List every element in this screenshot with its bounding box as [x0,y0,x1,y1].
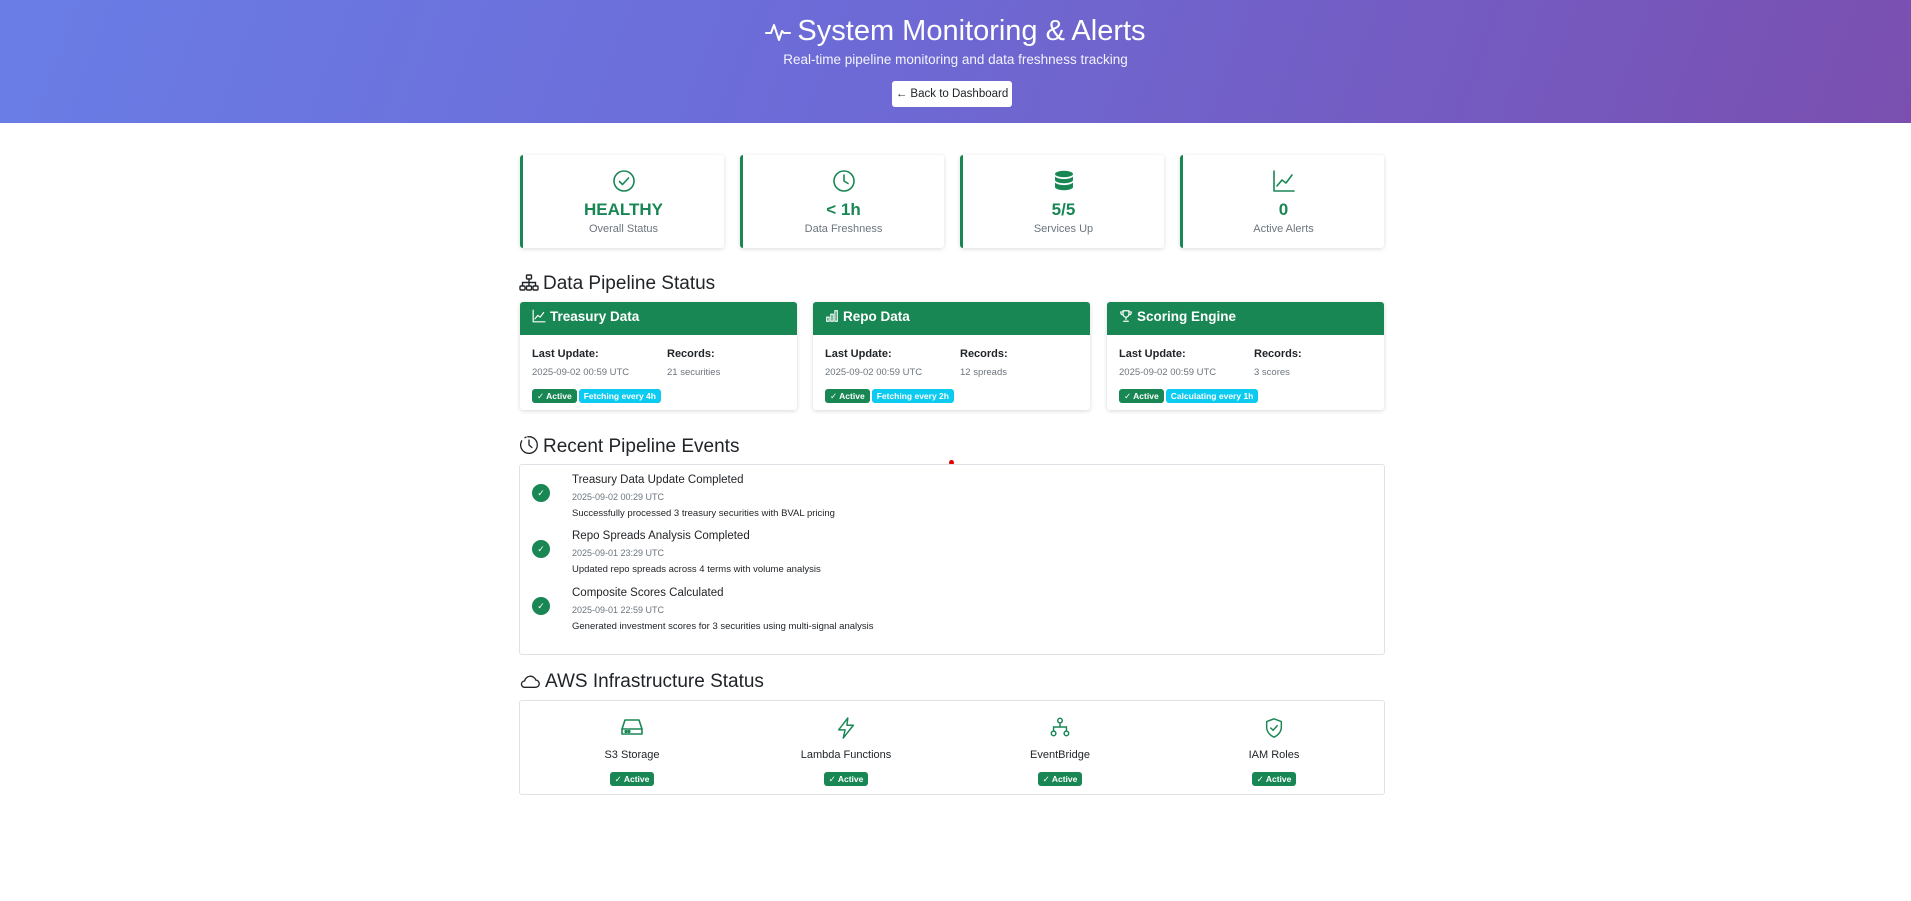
pipeline-card-scoring: Scoring Engine Last Update: 2025-09-02 0… [1107,302,1384,410]
status-badge: ✓ Active [1037,772,1083,786]
events-section-title: Recent Pipeline Events [519,435,739,458]
page-header: System Monitoring & Alerts Real-time pip… [0,0,1911,123]
pipeline-card-repo: Repo Data Last Update: 2025-09-02 00:59 … [813,302,1090,410]
event-description: Successfully processed 3 treasury securi… [572,508,835,519]
stat-value: HEALTHY [583,200,663,219]
pipeline-section-title-text: Data Pipeline Status [543,273,716,294]
status-badge: ✓ Active [532,389,577,403]
infra-name: EventBridge [1030,749,1090,761]
infra-item-iam: IAM Roles ✓ Active [1199,701,1349,796]
infra-item-lambda: Lambda Functions ✓ Active [771,701,921,796]
records-value: 3 scores [1254,367,1290,378]
check-icon: ✓ [532,540,550,558]
hdd-icon [621,719,643,735]
status-badge: ✓ Active [1119,389,1164,403]
stat-card-services-up: 5/5 Services Up [960,155,1164,248]
graph-up-icon [532,309,546,323]
stat-label: Services Up [1033,223,1094,235]
check-circle-icon [612,170,635,192]
stat-card-active-alerts: 0 Active Alerts [1180,155,1384,248]
infra-panel: S3 Storage ✓ Active Lambda Functions ✓ A… [519,700,1385,795]
stat-label: Overall Status [588,223,659,235]
shield-check-icon [1265,718,1283,738]
event-description: Updated repo spreads across 4 terms with… [572,564,821,575]
stat-value: < 1h [826,200,861,219]
status-badge: ✓ Active [825,389,870,403]
activity-icon [765,24,792,41]
page-title: System Monitoring & Alerts [0,13,1911,49]
event-title: Composite Scores Calculated [572,587,724,599]
infra-name: S3 Storage [604,749,660,761]
infra-name: Lambda Functions [800,749,892,761]
status-badge: ✓ Active [823,772,869,786]
schedule-badge: Calculating every 1h [1165,389,1259,403]
bar-chart-icon [826,310,838,322]
last-update-label: Last Update: [1119,348,1186,360]
records-label: Records: [960,348,1008,360]
lightning-icon [837,717,855,739]
stat-card-overall-status: HEALTHY Overall Status [520,155,724,248]
records-label: Records: [1254,348,1302,360]
stat-value: 0 [1278,200,1289,219]
status-badge: ✓ Active [1251,772,1297,786]
last-update-value: 2025-09-02 00:59 UTC [825,367,923,378]
event-title: Repo Spreads Analysis Completed [572,530,750,542]
database-icon [1054,170,1073,191]
stat-label: Active Alerts [1253,223,1314,235]
pipeline-card-treasury: Treasury Data Last Update: 2025-09-02 00… [520,302,797,410]
stat-label: Data Freshness [804,223,883,235]
history-icon [519,435,538,454]
graph-up-icon [1272,170,1295,192]
schedule-badge: Fetching every 4h [578,389,661,403]
pipeline-card-header: Repo Data [813,302,1090,335]
pipeline-card-title: Scoring Engine [1137,309,1237,324]
stat-card-data-freshness: < 1h Data Freshness [740,155,944,248]
back-to-dashboard-button[interactable]: ← Back to Dashboard [892,81,1012,107]
last-update-label: Last Update: [825,348,892,360]
event-time: 2025-09-01 23:29 UTC [572,548,665,558]
infra-section-title-text: AWS Infrastructure Status [545,671,764,692]
pipeline-card-header: Scoring Engine [1107,302,1384,335]
pipeline-card-title: Repo Data [843,309,910,324]
infra-section-title: AWS Infrastructure Status [519,671,764,693]
clock-icon [832,170,855,192]
pipeline-card-header: Treasury Data [520,302,797,335]
records-value: 21 securities [667,367,721,378]
trophy-icon [1120,310,1132,322]
pipeline-card-title: Treasury Data [550,309,640,324]
pipeline-section-title: Data Pipeline Status [519,273,715,295]
event-time: 2025-09-02 00:29 UTC [572,492,665,502]
infra-name: IAM Roles [1248,749,1300,761]
last-update-label: Last Update: [532,348,599,360]
status-badge: ✓ Active [609,772,655,786]
last-update-value: 2025-09-02 00:59 UTC [532,367,630,378]
stat-value: 5/5 [1051,200,1076,219]
infra-item-s3: S3 Storage ✓ Active [557,701,707,796]
check-icon: ✓ [532,597,550,615]
events-list: ✓ Treasury Data Update Completed 2025-09… [519,464,1385,655]
infra-item-eventbridge: EventBridge ✓ Active [985,701,1135,796]
cloud-icon [520,675,540,688]
page-title-text: System Monitoring & Alerts [797,15,1146,47]
event-time: 2025-09-01 22:59 UTC [572,605,665,615]
event-description: Generated investment scores for 3 securi… [572,621,874,632]
diagram-icon [1050,717,1070,737]
events-section-title-text: Recent Pipeline Events [543,436,740,457]
diagram-icon [519,274,539,291]
records-value: 12 spreads [960,367,1008,378]
page-subtitle: Real-time pipeline monitoring and data f… [783,52,1128,67]
last-update-value: 2025-09-02 00:59 UTC [1119,367,1217,378]
event-title: Treasury Data Update Completed [572,474,744,486]
schedule-badge: Fetching every 2h [871,389,954,403]
records-label: Records: [667,348,715,360]
check-icon: ✓ [532,484,550,502]
